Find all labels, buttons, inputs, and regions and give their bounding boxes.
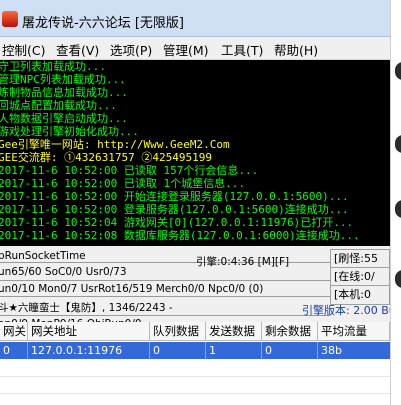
server-window: 屠龙传说-六六论坛 [无限版] 控制(C) 查看(V) 选项(P) 管理(M) … xyxy=(0,0,390,405)
status-monster-counts: un0/10 Mon0/7 UsrRot16/519 Merch0/0 Npc0… xyxy=(0,283,264,295)
menu-view[interactable]: 查看(V) xyxy=(56,40,99,59)
log-line: Gee引擎唯一网站: http://Www.GeeM2.Com xyxy=(0,138,230,151)
menu-bar: 控制(C) 查看(V) 选项(P) 管理(M) 工具(T) 帮助(H) xyxy=(0,37,390,60)
app-icon xyxy=(2,11,18,27)
menu-help[interactable]: 帮助(H) xyxy=(274,40,318,59)
col-queue-data[interactable]: 队列数据 xyxy=(150,322,206,341)
col-sent-data[interactable]: 发送数据 xyxy=(206,322,262,341)
log-line: 2017-11-6 10:52:08 数据库服务器(127.0.0.1:6000… xyxy=(0,229,360,242)
col-gateway-address[interactable]: 网关地址 xyxy=(28,322,150,341)
menu-tools[interactable]: 工具(T) xyxy=(221,40,263,59)
status-run-counts: un65/60 SoC0/0 Usr0/73 xyxy=(0,266,127,278)
cell-sent: 1 xyxy=(206,342,262,359)
col-avg-traffic[interactable]: 平均流量 xyxy=(318,322,390,341)
divider xyxy=(0,315,330,316)
online-count-box: [在线:0/ xyxy=(330,267,390,287)
cell-address: 127.0.0.1:11976 xyxy=(28,342,150,359)
menu-options[interactable]: 选项(P) xyxy=(110,40,152,59)
log-line: 2017-11-6 10:52:00 已读取 157个行会信息... xyxy=(0,164,259,177)
refresh-monster-box: [刷怪:55 xyxy=(330,249,390,269)
cell-remaining: 0 xyxy=(262,342,318,359)
log-line: 2017-11-6 10:52:00 开始连接登录服务器(127.0.0.1:5… xyxy=(0,190,349,203)
divider xyxy=(0,296,330,297)
gateway-table[interactable]: 网关 网关地址 队列数据 发送数据 剩余数据 平均流量 0 127.0.0.1:… xyxy=(0,322,390,405)
engine-version: 引擎版本: 2.00 Build xyxy=(302,304,390,317)
window-title: 屠龙传说-六六论坛 [无限版] xyxy=(22,16,184,31)
status-socket-time: bRunSocketTime xyxy=(0,250,86,262)
col-gateway[interactable]: 网关 xyxy=(0,322,28,341)
log-line: 2017-11-6 10:52:00 已读取 1个城堡信息... xyxy=(0,177,245,190)
col-remaining-data[interactable]: 剩余数据 xyxy=(262,322,318,341)
cell-queue: 0 xyxy=(150,342,206,359)
log-line: 守卫列表加载成功... xyxy=(0,60,106,73)
menu-manage[interactable]: 管理(M) xyxy=(163,40,209,59)
log-line: 2017-11-6 10:52:04 游戏网关[0](127.0.0.1:119… xyxy=(0,216,354,229)
log-line: 人物数据引擎启动成功... xyxy=(0,112,128,125)
grid-line xyxy=(0,376,390,377)
divider xyxy=(0,280,330,281)
log-line: 管理NPC列表加载成功... xyxy=(0,73,126,86)
status-engine-time: 引擎:0:4:36 [M][F] xyxy=(196,256,290,268)
menu-control[interactable]: 控制(C) xyxy=(2,40,45,59)
log-line: 游戏处理引擎初始化成功... xyxy=(0,125,139,138)
cell-gateway: 0 xyxy=(0,342,28,359)
log-line: 回城点配置加载成功... xyxy=(0,99,117,112)
status-player-info: 斗★六瞳蛮士【鬼防】, 1346/2243 - xyxy=(0,302,173,314)
grid-line xyxy=(0,393,390,394)
log-line: GEE交流群: ①432631757 ②425495199 xyxy=(0,151,212,164)
log-console[interactable]: 守卫列表加载成功... 管理NPC列表加载成功... 炼制物品信息加载成功...… xyxy=(0,60,390,246)
table-row[interactable]: 0 127.0.0.1:11976 0 1 0 38b xyxy=(0,342,390,359)
log-line: 2017-11-6 10:52:00 登录服务器(127.0.0.1:5600)… xyxy=(0,203,349,216)
title-bar: 屠龙传说-六六论坛 [无限版] xyxy=(0,0,390,37)
log-line: 炼制物品信息加载成功... xyxy=(0,86,128,99)
cell-traffic: 38b xyxy=(321,344,342,357)
